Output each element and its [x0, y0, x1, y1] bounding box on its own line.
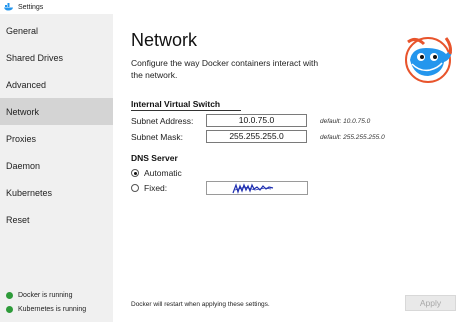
sidebar-item-reset[interactable]: Reset — [0, 206, 113, 233]
docker-whale-icon — [405, 37, 452, 83]
sidebar-item-proxies[interactable]: Proxies — [0, 125, 113, 152]
subnet-mask-label: Subnet Mask: — [131, 132, 183, 142]
dns-automatic-label: Automatic — [144, 168, 182, 178]
docker-status-dot-icon — [6, 292, 13, 299]
radio-unchecked-icon — [131, 184, 139, 192]
title-bar: Settings — [0, 0, 474, 14]
subnet-address-label: Subnet Address: — [131, 116, 194, 126]
subnet-address-default: default: 10.0.75.0 — [320, 118, 371, 125]
sidebar-item-general[interactable]: General — [0, 17, 113, 44]
subnet-mask-default: default: 255.255.255.0 — [320, 134, 385, 141]
sidebar-item-network[interactable]: Network — [0, 98, 113, 125]
kubernetes-status: Kubernetes is running — [6, 306, 86, 313]
sidebar: General Shared Drives Advanced Network P… — [0, 14, 113, 322]
dns-automatic-radio[interactable]: Automatic — [131, 168, 182, 178]
main-panel: Network Configure the way Docker contain… — [113, 14, 474, 322]
internal-switch-divider — [131, 110, 241, 111]
kubernetes-status-dot-icon — [6, 306, 13, 313]
subnet-address-input[interactable]: 10.0.75.0 — [206, 114, 307, 127]
page-title: Network — [131, 30, 198, 50]
kubernetes-status-label: Kubernetes is running — [18, 306, 87, 313]
sidebar-item-shared-drives[interactable]: Shared Drives — [0, 44, 113, 71]
radio-checked-icon — [131, 169, 139, 177]
dns-fixed-label: Fixed: — [144, 183, 168, 193]
redaction-scribble-icon — [232, 183, 274, 195]
dns-fixed-input[interactable] — [206, 181, 308, 195]
internal-switch-heading: Internal Virtual Switch — [131, 99, 221, 109]
dns-fixed-radio[interactable]: Fixed: — [131, 183, 167, 193]
nav-list: General Shared Drives Advanced Network P… — [0, 14, 113, 233]
window-title: Settings — [18, 3, 44, 11]
docker-status: Docker is running — [6, 292, 72, 299]
docker-status-label: Docker is running — [18, 292, 73, 299]
apply-button[interactable]: Apply — [405, 295, 456, 311]
sidebar-item-advanced[interactable]: Advanced — [0, 71, 113, 98]
restart-note: Docker will restart when applying these … — [131, 301, 270, 308]
dns-server-heading: DNS Server — [131, 153, 178, 163]
page-description: Configure the way Docker containers inte… — [131, 58, 319, 80]
subnet-mask-input[interactable]: 255.255.255.0 — [206, 130, 307, 143]
sidebar-item-daemon[interactable]: Daemon — [0, 152, 113, 179]
docker-app-icon — [4, 3, 13, 11]
sidebar-item-kubernetes[interactable]: Kubernetes — [0, 179, 113, 206]
